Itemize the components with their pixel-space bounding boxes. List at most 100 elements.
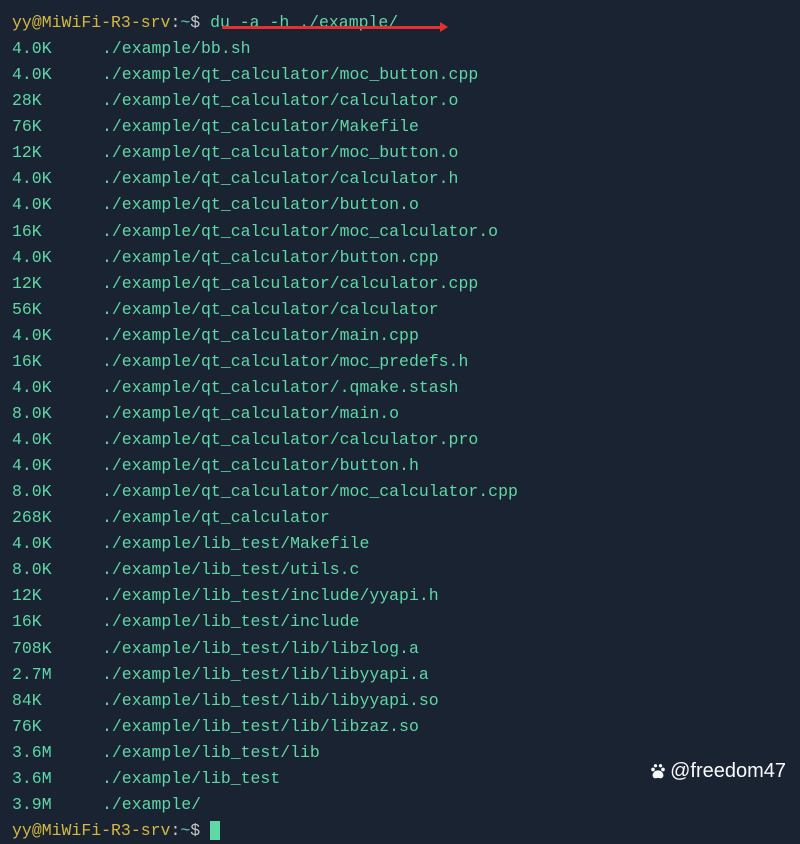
file-path: ./example/qt_calculator/main.o xyxy=(102,404,399,423)
prompt-host-2: MiWiFi-R3-srv xyxy=(42,821,171,840)
file-path: ./example/qt_calculator/button.h xyxy=(102,456,419,475)
output-line: 4.0K./example/bb.sh xyxy=(12,36,788,62)
file-size: 12K xyxy=(12,583,102,609)
file-path: ./example/qt_calculator xyxy=(102,508,330,527)
prompt-user-2: yy xyxy=(12,821,32,840)
file-size: 8.0K xyxy=(12,557,102,583)
output-line: 3.6M./example/lib_test xyxy=(12,766,788,792)
file-path: ./example/qt_calculator/moc_calculator.c… xyxy=(102,482,518,501)
output-line: 4.0K./example/lib_test/Makefile xyxy=(12,531,788,557)
output-line: 4.0K./example/qt_calculator/button.cpp xyxy=(12,245,788,271)
file-path: ./example/lib_test/lib/libyyapi.so xyxy=(102,691,439,710)
output-line: 76K./example/lib_test/lib/libzaz.so xyxy=(12,714,788,740)
prompt-line-2: yy@MiWiFi-R3-srv:~$ xyxy=(12,818,788,844)
prompt-at: @ xyxy=(32,13,42,32)
file-size: 76K xyxy=(12,714,102,740)
file-size: 4.0K xyxy=(12,427,102,453)
file-path: ./example/qt_calculator/calculator.o xyxy=(102,91,458,110)
output-line: 56K./example/qt_calculator/calculator xyxy=(12,297,788,323)
file-path: ./example/lib_test/lib/libzaz.so xyxy=(102,717,419,736)
file-size: 4.0K xyxy=(12,166,102,192)
file-size: 4.0K xyxy=(12,245,102,271)
output-line: 8.0K./example/lib_test/utils.c xyxy=(12,557,788,583)
file-path: ./example/qt_calculator/calculator.pro xyxy=(102,430,478,449)
command-value: du -a -h ./example/ xyxy=(210,13,398,32)
output-line: 3.9M./example/ xyxy=(12,792,788,818)
output-line: 28K./example/qt_calculator/calculator.o xyxy=(12,88,788,114)
output-line: 16K./example/qt_calculator/moc_predefs.h xyxy=(12,349,788,375)
output-line: 16K./example/lib_test/include xyxy=(12,609,788,635)
prompt-colon: : xyxy=(170,13,180,32)
file-path: ./example/qt_calculator/button.cpp xyxy=(102,248,439,267)
output-line: 16K./example/qt_calculator/moc_calculato… xyxy=(12,219,788,245)
output-line: 8.0K./example/qt_calculator/moc_calculat… xyxy=(12,479,788,505)
terminal[interactable]: yy@MiWiFi-R3-srv:~$ du -a -h ./example/ … xyxy=(12,10,788,844)
file-size: 28K xyxy=(12,88,102,114)
file-path: ./example/qt_calculator/calculator.cpp xyxy=(102,274,478,293)
output-line: 4.0K./example/qt_calculator/moc_button.c… xyxy=(12,62,788,88)
output-line: 4.0K./example/qt_calculator/calculator.h xyxy=(12,166,788,192)
file-size: 8.0K xyxy=(12,401,102,427)
prompt-host: MiWiFi-R3-srv xyxy=(42,13,171,32)
file-path: ./example/lib_test xyxy=(102,769,280,788)
file-path: ./example/qt_calculator/Makefile xyxy=(102,117,419,136)
file-size: 12K xyxy=(12,140,102,166)
file-path: ./example/lib_test/lib xyxy=(102,743,320,762)
output-line: 708K./example/lib_test/lib/libzlog.a xyxy=(12,636,788,662)
prompt-user: yy xyxy=(12,13,32,32)
file-path: ./example/lib_test/utils.c xyxy=(102,560,359,579)
file-size: 4.0K xyxy=(12,375,102,401)
file-path: ./example/qt_calculator/calculator xyxy=(102,300,439,319)
prompt-dollar: $ xyxy=(190,13,200,32)
output-line: 4.0K./example/qt_calculator/main.cpp xyxy=(12,323,788,349)
file-size: 3.6M xyxy=(12,766,102,792)
file-path: ./example/qt_calculator/main.cpp xyxy=(102,326,419,345)
prompt-path-2: ~ xyxy=(180,821,190,840)
output-line: 4.0K./example/qt_calculator/calculator.p… xyxy=(12,427,788,453)
file-path: ./example/qt_calculator/button.o xyxy=(102,195,419,214)
command-line: yy@MiWiFi-R3-srv:~$ du -a -h ./example/ xyxy=(12,10,788,36)
output-line: 4.0K./example/qt_calculator/.qmake.stash xyxy=(12,375,788,401)
prompt-space xyxy=(200,821,210,840)
output-line: 84K./example/lib_test/lib/libyyapi.so xyxy=(12,688,788,714)
output-line: 2.7M./example/lib_test/lib/libyyapi.a xyxy=(12,662,788,688)
file-path: ./example/qt_calculator/moc_predefs.h xyxy=(102,352,468,371)
file-size: 56K xyxy=(12,297,102,323)
file-size: 76K xyxy=(12,114,102,140)
output-line: 12K./example/lib_test/include/yyapi.h xyxy=(12,583,788,609)
file-path: ./example/lib_test/lib/libyyapi.a xyxy=(102,665,429,684)
file-size: 84K xyxy=(12,688,102,714)
file-size: 12K xyxy=(12,271,102,297)
file-size: 3.9M xyxy=(12,792,102,818)
file-size: 16K xyxy=(12,609,102,635)
output-line: 3.6M./example/lib_test/lib xyxy=(12,740,788,766)
cursor xyxy=(210,821,220,840)
prompt-colon-2: : xyxy=(170,821,180,840)
file-size: 4.0K xyxy=(12,62,102,88)
file-size: 4.0K xyxy=(12,453,102,479)
prompt-path: ~ xyxy=(180,13,190,32)
output-lines: 4.0K./example/bb.sh4.0K./example/qt_calc… xyxy=(12,36,788,818)
file-path: ./example/qt_calculator/moc_button.cpp xyxy=(102,65,478,84)
file-size: 16K xyxy=(12,349,102,375)
file-path: ./example/lib_test/Makefile xyxy=(102,534,369,553)
output-line: 12K./example/qt_calculator/calculator.cp… xyxy=(12,271,788,297)
file-size: 8.0K xyxy=(12,479,102,505)
file-size: 2.7M xyxy=(12,662,102,688)
file-size: 708K xyxy=(12,636,102,662)
file-size: 268K xyxy=(12,505,102,531)
file-path: ./example/qt_calculator/calculator.h xyxy=(102,169,458,188)
prompt-dollar-2: $ xyxy=(190,821,200,840)
output-line: 4.0K./example/qt_calculator/button.o xyxy=(12,192,788,218)
file-path: ./example/bb.sh xyxy=(102,39,251,58)
file-size: 4.0K xyxy=(12,323,102,349)
output-line: 268K./example/qt_calculator xyxy=(12,505,788,531)
command-text xyxy=(200,13,210,32)
output-line: 8.0K./example/qt_calculator/main.o xyxy=(12,401,788,427)
file-path: ./example/ xyxy=(102,795,201,814)
output-line: 76K./example/qt_calculator/Makefile xyxy=(12,114,788,140)
file-size: 4.0K xyxy=(12,36,102,62)
file-path: ./example/lib_test/lib/libzlog.a xyxy=(102,639,419,658)
output-line: 12K./example/qt_calculator/moc_button.o xyxy=(12,140,788,166)
file-size: 4.0K xyxy=(12,192,102,218)
